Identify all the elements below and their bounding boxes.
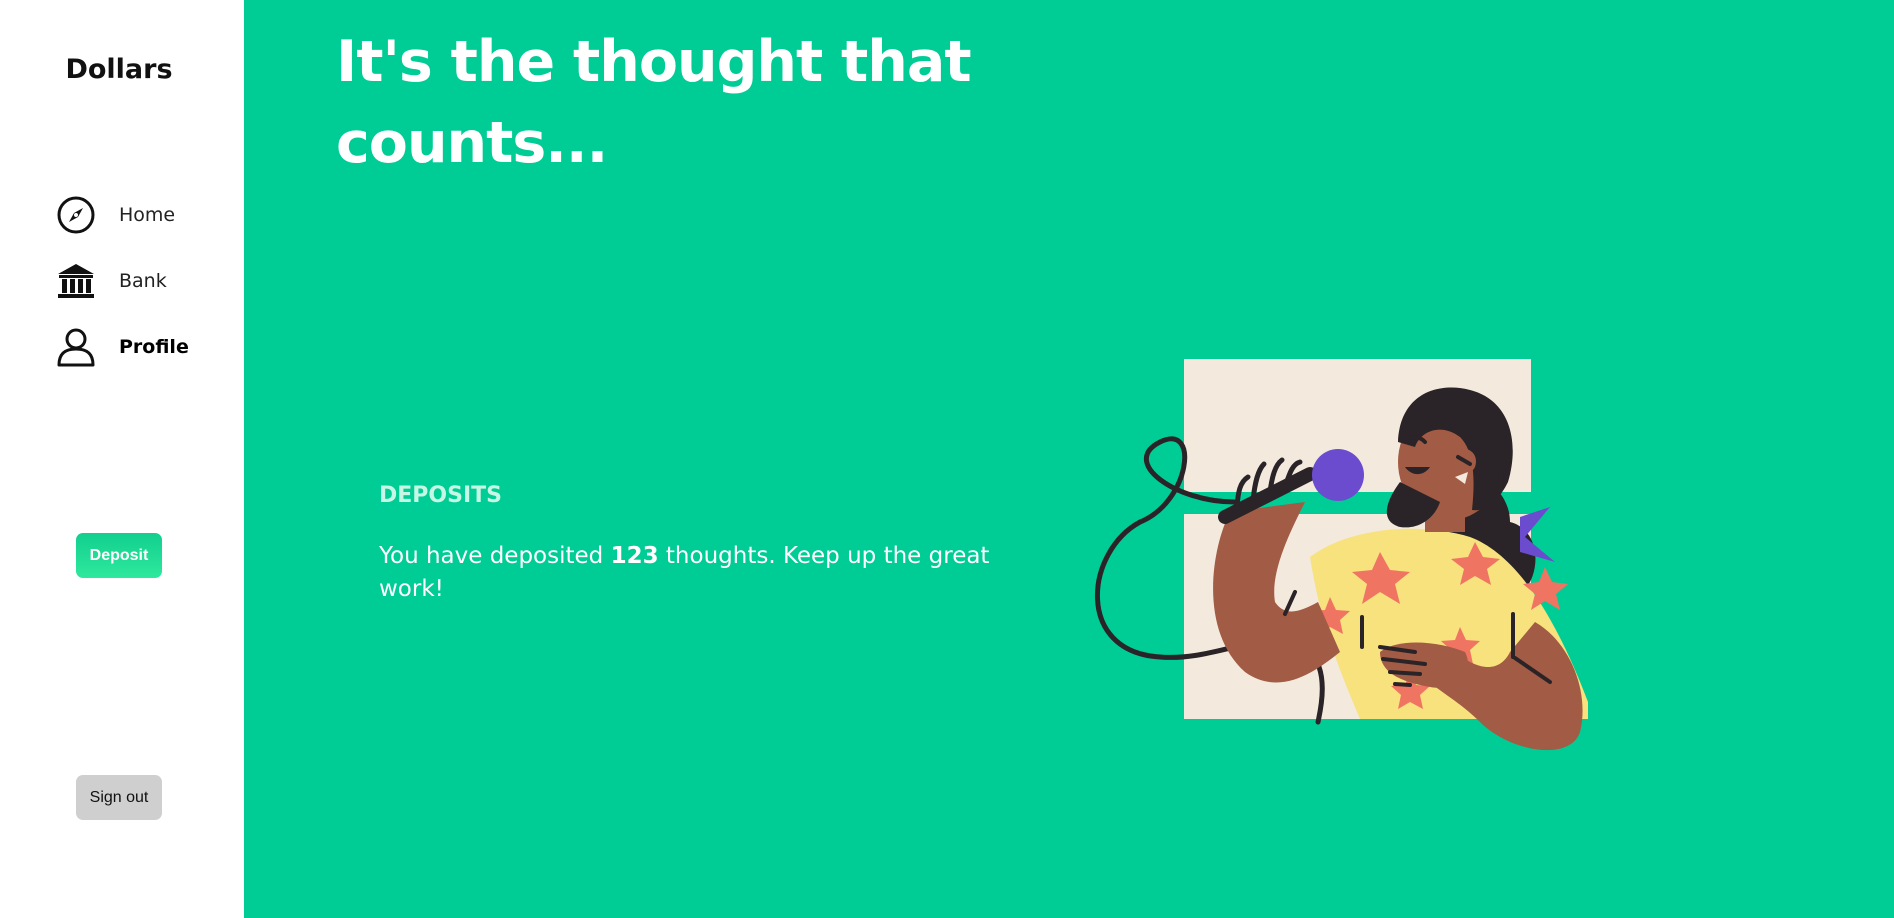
sidebar-item-label: Home — [119, 204, 176, 226]
sidebar-item-label: Profile — [119, 336, 189, 358]
sidebar-item-bank[interactable]: Bank — [56, 259, 167, 303]
user-icon — [56, 327, 96, 367]
bank-icon — [56, 261, 96, 301]
sidebar-item-home[interactable]: Home — [56, 193, 175, 237]
brand-title: Dollars — [65, 54, 173, 85]
compass-icon — [56, 195, 96, 235]
deposits-summary: You have deposited 123 thoughts. Keep up… — [379, 540, 999, 606]
sign-out-button[interactable]: Sign out — [76, 775, 162, 820]
deposits-heading: DEPOSITS — [379, 483, 502, 508]
sidebar-item-profile[interactable]: Profile — [56, 325, 189, 369]
sidebar: Dollars Home Bank Profile Deposit Sign o… — [0, 0, 244, 918]
deposits-text-before: You have deposited — [379, 543, 611, 569]
deposit-count: 123 — [610, 543, 659, 569]
sidebar-item-label: Bank — [119, 270, 167, 292]
page-title: It's the thought that counts... — [336, 29, 972, 176]
deposit-button[interactable]: Deposit — [76, 533, 162, 578]
singer-illustration — [1095, 359, 1588, 751]
